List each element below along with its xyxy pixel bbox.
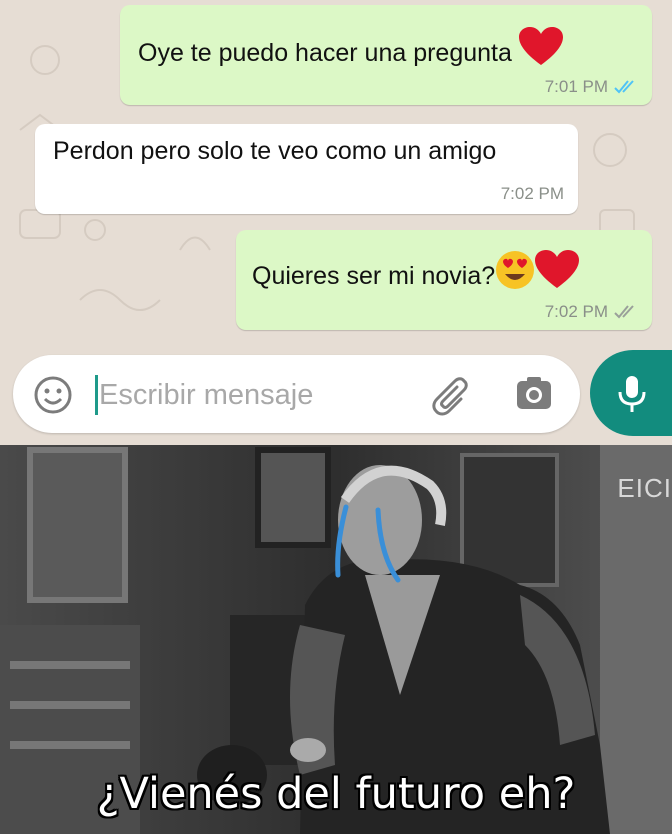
- message-time: 7:02 PM: [544, 302, 608, 321]
- watermark: EICI: [617, 473, 672, 503]
- text-cursor: [95, 375, 98, 415]
- meme-caption: ¿Vienés del futuro eh?: [96, 769, 576, 819]
- message-input[interactable]: [99, 373, 429, 417]
- message-composer: [13, 355, 580, 433]
- meme-screenshot: Oye te puedo hacer una pregunta 7:01 PM …: [0, 0, 672, 834]
- voice-record-button[interactable]: [590, 350, 672, 436]
- camera-icon[interactable]: [515, 375, 553, 413]
- message-text: Perdon pero solo te veo como un amigo: [53, 137, 497, 165]
- smiley-icon[interactable]: [33, 375, 73, 415]
- microphone-icon: [618, 376, 646, 412]
- message-time: 7:01 PM: [544, 77, 608, 96]
- double-check-delivered-icon: [614, 305, 634, 319]
- red-heart-emoji-icon: [518, 27, 563, 65]
- message-incoming-1[interactable]: Perdon pero solo te veo como un amigo 7:…: [35, 124, 578, 214]
- double-check-read-icon: [614, 80, 634, 94]
- message-outgoing-1[interactable]: Oye te puedo hacer una pregunta 7:01 PM: [120, 5, 652, 105]
- message-outgoing-2[interactable]: Quieres ser mi novia? 7:02 PM: [236, 230, 652, 330]
- meme-image: EICI ¿Vienés del futuro eh?: [0, 445, 672, 834]
- red-heart-emoji-icon: [535, 250, 580, 288]
- message-text: Quieres ser mi novia?: [252, 262, 496, 290]
- heart-eyes-emoji-icon: [496, 251, 535, 289]
- chat-area: Oye te puedo hacer una pregunta 7:01 PM …: [0, 0, 672, 445]
- message-text: Oye te puedo hacer una pregunta: [138, 39, 512, 67]
- paperclip-icon[interactable]: [431, 373, 475, 417]
- message-time: 7:02 PM: [500, 184, 564, 203]
